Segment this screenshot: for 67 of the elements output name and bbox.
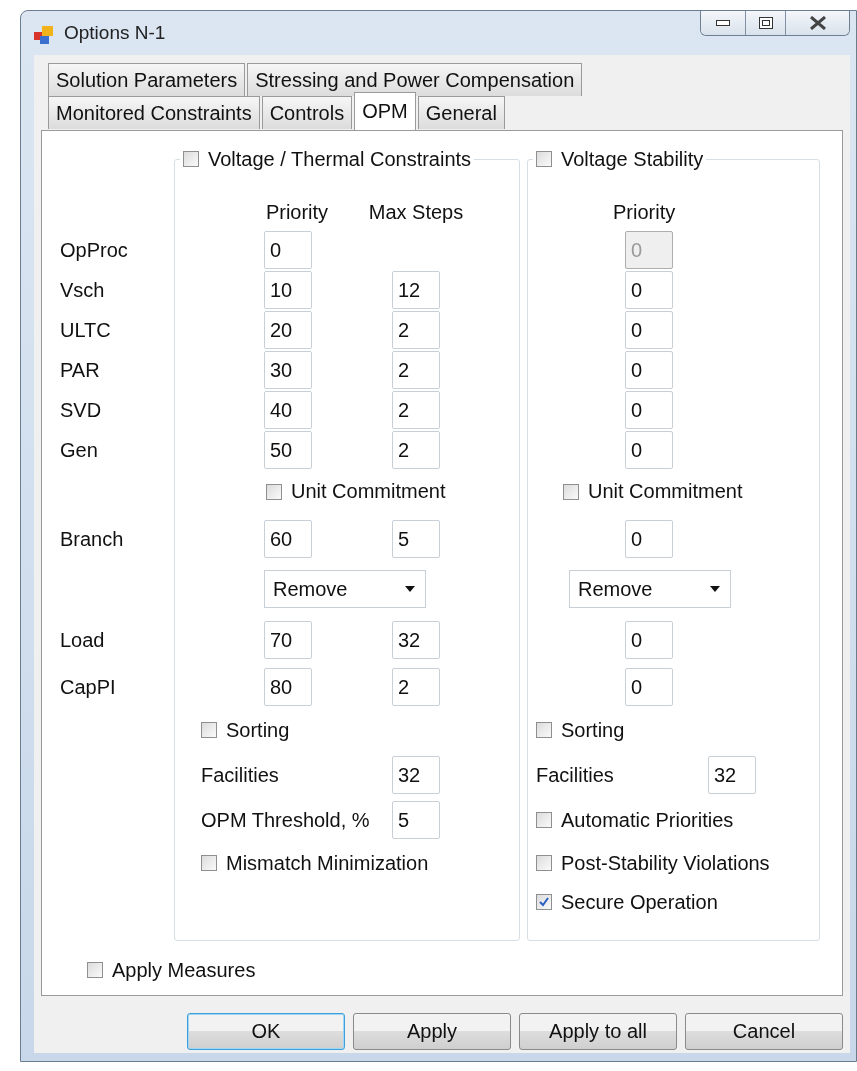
text-field[interactable]: 5: [392, 801, 440, 839]
tab[interactable]: Stressing and Power Compensation: [247, 63, 583, 96]
row-label: Vsch: [60, 278, 105, 302]
field-label: Facilities: [201, 763, 279, 787]
text-field[interactable]: 40: [264, 391, 312, 429]
text-field[interactable]: 0: [625, 311, 673, 349]
tab[interactable]: General: [417, 96, 505, 129]
checkbox-label: Mismatch Minimization: [226, 851, 429, 875]
text-field[interactable]: 70: [264, 621, 312, 659]
text-field[interactable]: 0: [625, 351, 673, 389]
text-field[interactable]: 60: [264, 520, 312, 558]
text-field[interactable]: 10: [264, 271, 312, 309]
text-field[interactable]: 32: [392, 621, 440, 659]
text-field[interactable]: 0: [625, 621, 673, 659]
dialog-button[interactable]: Cancel: [685, 1013, 843, 1050]
column-header: Priority: [265, 201, 329, 224]
text-field[interactable]: 0: [264, 231, 312, 269]
text-field[interactable]: 5: [392, 520, 440, 558]
tab[interactable]: Monitored Constraints: [48, 96, 260, 129]
window-title: Options N-1: [64, 22, 167, 44]
row-label: ULTC: [60, 318, 111, 342]
text-field[interactable]: 32: [708, 756, 756, 794]
text-field[interactable]: 0: [625, 431, 673, 469]
checkbox-label: Sorting: [226, 718, 290, 742]
checkbox-label: Sorting: [561, 718, 625, 742]
dialog-button[interactable]: Apply: [353, 1013, 511, 1050]
checkbox-label: Automatic Priorities: [561, 808, 734, 832]
text-field[interactable]: 2: [392, 391, 440, 429]
text-field[interactable]: 0: [625, 271, 673, 309]
text-field[interactable]: 2: [392, 668, 440, 706]
text-field[interactable]: 12: [392, 271, 440, 309]
text-field[interactable]: 2: [392, 431, 440, 469]
tab[interactable]: Controls: [261, 96, 353, 129]
text-field[interactable]: 0: [625, 668, 673, 706]
row-label: SVD: [60, 398, 102, 422]
text-field[interactable]: 80: [264, 668, 312, 706]
dropdown[interactable]: Remove: [264, 570, 426, 608]
group-title: Voltage / Thermal Constraints: [208, 147, 472, 171]
group-title: Voltage Stability: [561, 147, 704, 171]
column-header: Max Steps: [368, 201, 464, 224]
text-field[interactable]: 30: [264, 351, 312, 389]
row-label: Load: [60, 628, 105, 652]
text-field[interactable]: 2: [392, 351, 440, 389]
dialog-button[interactable]: Apply to all: [519, 1013, 677, 1050]
tab[interactable]: Solution Parameters: [48, 63, 246, 96]
text-field[interactable]: 0: [625, 391, 673, 429]
field-label: Facilities: [536, 763, 614, 787]
text-field[interactable]: 20: [264, 311, 312, 349]
text-field[interactable]: 32: [392, 756, 440, 794]
text-field[interactable]: 50: [264, 431, 312, 469]
tab[interactable]: OPM: [354, 92, 416, 130]
column-header: Priority: [613, 201, 676, 224]
field-label: OPM Threshold, %: [201, 808, 370, 832]
text-field[interactable]: 0: [625, 520, 673, 558]
row-label: OpProc: [60, 238, 128, 262]
dialog-button[interactable]: OK: [187, 1013, 345, 1050]
checkbox-label: Unit Commitment: [291, 480, 446, 503]
checkbox-label: Post-Stability Violations: [561, 851, 770, 875]
checkbox-label: Unit Commitment: [588, 480, 743, 503]
row-label: PAR: [60, 358, 100, 382]
row-label: Branch: [60, 527, 124, 551]
text-field[interactable]: 2: [392, 311, 440, 349]
row-label: Gen: [60, 438, 98, 462]
checkbox-label: Secure Operation: [561, 890, 718, 914]
checkbox-label: Apply Measures: [112, 958, 256, 982]
row-label: CapPI: [60, 675, 116, 699]
dropdown[interactable]: Remove: [569, 570, 731, 608]
